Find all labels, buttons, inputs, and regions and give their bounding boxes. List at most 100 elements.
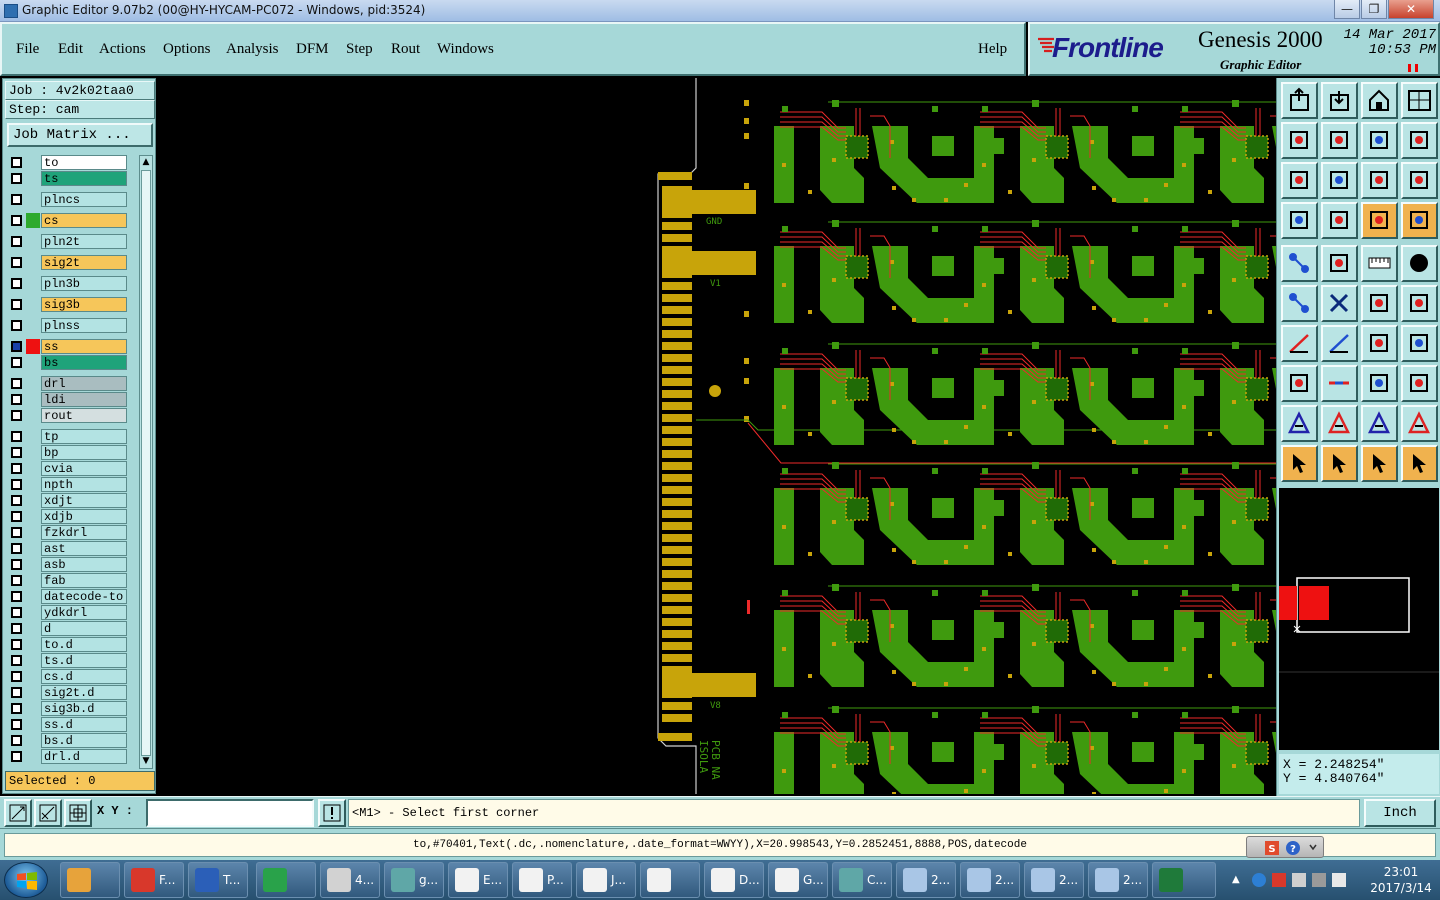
scroll-down-icon[interactable]: ▼ [141, 756, 151, 766]
layer-name[interactable]: ss [41, 339, 127, 354]
layer-checkbox[interactable] [11, 495, 22, 506]
grid-button[interactable] [64, 799, 92, 827]
taskbar-button[interactable]: 2... [960, 862, 1020, 898]
layer-name[interactable]: fzkdrl [41, 525, 127, 540]
layer-checkbox[interactable] [11, 215, 22, 226]
taskbar-button[interactable]: F... [124, 862, 184, 898]
layer-checkbox[interactable] [11, 735, 22, 746]
layer-row[interactable]: plnss [7, 318, 129, 333]
menu-edit[interactable]: Edit [58, 41, 83, 58]
taskbar-button[interactable]: g... [384, 862, 444, 898]
layer-checkbox[interactable] [11, 479, 22, 490]
select-circle-tool-button[interactable] [1361, 445, 1398, 482]
layer-row[interactable]: fzkdrl [7, 525, 129, 540]
layer-name[interactable]: npth [41, 477, 127, 492]
layer-name[interactable]: cs.d [41, 669, 127, 684]
layer-checkbox[interactable] [11, 257, 22, 268]
layer-name[interactable]: plnss [41, 318, 127, 333]
tray-flag-icon[interactable] [1272, 873, 1286, 887]
open-step-tool-button[interactable] [1281, 82, 1318, 119]
menu-dfm[interactable]: DFM [296, 41, 329, 58]
select-arrow-tool-button[interactable] [1281, 445, 1318, 482]
route-arrow-tool-button[interactable] [1401, 445, 1438, 482]
layer-row[interactable]: ldi [7, 392, 129, 407]
save-tool-button[interactable] [1321, 82, 1358, 119]
start-button[interactable] [4, 862, 48, 898]
taskbar-button[interactable]: 4... [320, 862, 380, 898]
tray-display-icon[interactable] [1312, 873, 1326, 887]
taskbar-button[interactable]: J... [576, 862, 636, 898]
layers-toggle-tool-button[interactable] [1361, 202, 1398, 239]
layer-checkbox[interactable] [11, 607, 22, 618]
layer-checkbox[interactable] [11, 378, 22, 389]
layers-view-tool-button[interactable] [1401, 202, 1438, 239]
pan-right-tool-button[interactable] [1321, 122, 1358, 159]
layer-checkbox[interactable] [11, 623, 22, 634]
menu-options[interactable]: Options [163, 41, 211, 58]
help-query-tool-button[interactable] [1401, 162, 1438, 199]
layer-checkbox[interactable] [11, 410, 22, 421]
measure-button[interactable] [34, 799, 62, 827]
layer-name[interactable]: rout [41, 408, 127, 423]
layer-name[interactable]: d [41, 621, 127, 636]
menu-file[interactable]: File [16, 41, 39, 58]
layer-row[interactable]: ss.d [7, 717, 129, 732]
home-tool-button[interactable] [1361, 82, 1398, 119]
taskbar-button[interactable] [60, 862, 120, 898]
layer-name[interactable]: ts [41, 171, 127, 186]
scroll-up-icon[interactable]: ▲ [141, 157, 151, 167]
pan-left-tool-button[interactable] [1281, 122, 1318, 159]
layer-name[interactable]: ldi [41, 392, 127, 407]
taskbar-button[interactable]: 2... [1024, 862, 1084, 898]
layer-row[interactable]: sig2t.d [7, 685, 129, 700]
taskbar-button[interactable]: D... [704, 862, 764, 898]
layer-row[interactable]: ts [7, 171, 129, 186]
layer-name[interactable]: sig3b.d [41, 701, 127, 716]
layer-row[interactable]: npth [7, 477, 129, 492]
taskbar-button[interactable]: T... [188, 862, 248, 898]
layer-row[interactable]: ast [7, 541, 129, 556]
layer-checkbox[interactable] [11, 320, 22, 331]
taskbar-button[interactable]: 2... [896, 862, 956, 898]
net-connect-tool-button[interactable] [1281, 285, 1318, 322]
minimize-button[interactable]: — [1334, 0, 1360, 19]
layer-checkbox[interactable] [11, 299, 22, 310]
point-to-point-tool-button[interactable] [1361, 285, 1398, 322]
layer-name[interactable]: cs [41, 213, 127, 228]
layer-checkbox[interactable] [11, 543, 22, 554]
triangle-a-tool-button[interactable] [1281, 405, 1318, 442]
segment-tool-button[interactable] [1401, 285, 1438, 322]
layer-name[interactable]: pln3b [41, 276, 127, 291]
ime-toolbar[interactable]: S ? [1246, 836, 1324, 858]
layer-row[interactable]: xdjt [7, 493, 129, 508]
group-tool-button[interactable] [1401, 365, 1438, 402]
layer-row[interactable]: drl.d [7, 749, 129, 764]
layer-name[interactable]: tp [41, 429, 127, 444]
circle-pad-tool-button[interactable] [1401, 245, 1438, 282]
units-button[interactable]: Inch [1364, 799, 1436, 827]
move-copy-tool-button[interactable] [1281, 365, 1318, 402]
layer-row[interactable]: fab [7, 573, 129, 588]
layer-row[interactable]: asb [7, 557, 129, 572]
triangle-d-tool-button[interactable] [1401, 405, 1438, 442]
layer-checkbox[interactable] [11, 719, 22, 730]
layer-name[interactable]: bp [41, 445, 127, 460]
layer-row[interactable]: sig2t [7, 255, 129, 270]
menu-help[interactable]: Help [978, 41, 1007, 58]
layer-name[interactable]: bs.d [41, 733, 127, 748]
taskbar-button[interactable]: 2... [1088, 862, 1148, 898]
hline-tool-button[interactable] [1321, 365, 1358, 402]
pcb-drawing[interactable]: GNDV1V8PCB NAISOLA [156, 78, 1276, 794]
layer-checkbox[interactable] [11, 527, 22, 538]
layer-row[interactable]: to [7, 155, 129, 170]
layer-row[interactable]: plncs [7, 192, 129, 207]
zoom-area-button[interactable] [4, 799, 32, 827]
taskbar-button[interactable] [256, 862, 316, 898]
tray-expand-icon[interactable]: ▲ [1232, 873, 1246, 887]
layer-checkbox[interactable] [11, 671, 22, 682]
layer-row[interactable]: bs [7, 355, 129, 370]
menu-rout[interactable]: Rout [391, 41, 420, 58]
layer-row[interactable]: pln3b [7, 276, 129, 291]
layer-checkbox[interactable] [11, 278, 22, 289]
layer-name[interactable]: ss.d [41, 717, 127, 732]
